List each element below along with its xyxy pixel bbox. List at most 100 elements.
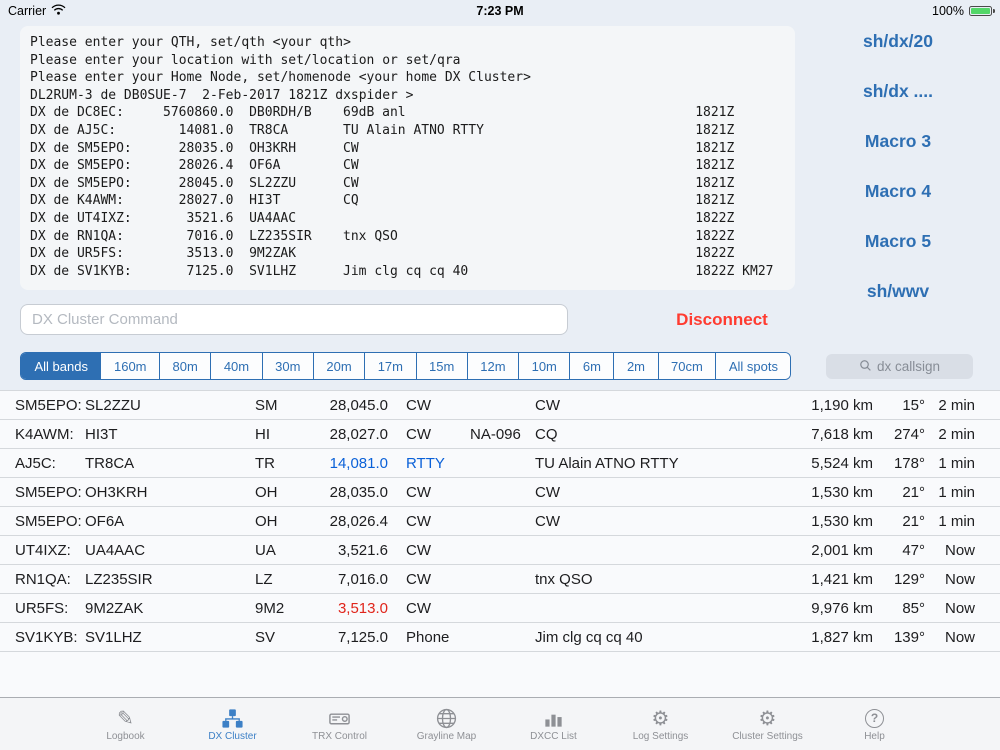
status-left: Carrier [8,0,66,22]
distance: 1,421 km [811,570,873,588]
macro-button[interactable]: Macro 4 [798,166,998,216]
tab-log-settings[interactable]: ⚙ Log Settings [607,698,714,750]
band-40m[interactable]: 40m [210,353,262,379]
dxcc-prefix: 9M2 [255,599,285,617]
distance: 9,976 km [811,599,873,617]
spot-row[interactable]: SM5EPO: OF6A OH 28,026.4 CW CW 1,530 km … [0,507,1000,536]
spotter-call: SM5EPO: [15,483,82,501]
spot-age: Now [944,541,975,559]
spot-age: Now [944,628,975,646]
tab-logbook[interactable]: ✎ Logbook [72,698,179,750]
band-30m[interactable]: 30m [261,353,313,379]
spotter-call: SM5EPO: [15,396,82,414]
terminal-comment: Jim clg cq cq 40 [343,263,469,279]
bearing: 47° [902,541,925,559]
macro-button[interactable]: sh/wwv [798,266,998,316]
tab-help[interactable]: ? Help [821,698,928,750]
band-20m[interactable]: 20m [312,353,365,379]
tab-label: DXCC List [530,731,577,742]
band-15m[interactable]: 15m [415,353,467,379]
macro-button[interactable]: Macro 3 [798,116,998,166]
pencil-icon: ✎ [117,706,134,730]
dx-command-input[interactable] [20,304,568,335]
terminal-time: 1821Z [695,140,735,156]
terminal-spot-line: DX de RN1QA: 7016.0 LZ235SIR tnx QSO 1822Z [30,228,785,246]
dxcc-prefix: OH [255,512,278,530]
spot-age: 1 min [938,454,975,472]
frequency: 3,513.0 [337,599,388,617]
dxcc-prefix: LZ [255,570,273,588]
spot-comment: CQ [535,425,558,443]
terminal-spot-line: DX de SM5EPO: 28045.0 SL2ZZU CW 1821Z [30,175,785,193]
band-all-bands[interactable]: All bands [21,353,101,379]
tab-label: Grayline Map [416,731,477,742]
macro-button[interactable]: Macro 5 [798,216,998,266]
terminal-dx-call: OH3KRH [249,140,297,156]
cluster-icon [221,706,244,730]
carrier-label: Carrier [8,4,47,18]
tab-label: DX Cluster [208,731,257,742]
mode: CW [406,512,431,530]
distance: 1,530 km [811,483,873,501]
terminal-spotter: DX de SV1KYB: [30,263,132,279]
spot-row[interactable]: AJ5C: TR8CA TR 14,081.0 RTTY TU Alain AT… [0,449,1000,478]
tab-trx-control[interactable]: TRX Control [286,698,393,750]
spot-comment: tnx QSO [535,570,593,588]
spot-row[interactable]: UT4IXZ: UA4AAC UA 3,521.6 CW 2,001 km 47… [0,536,1000,565]
spot-age: Now [944,570,975,588]
tab-cluster-settings[interactable]: ⚙ Cluster Settings [714,698,821,750]
spot-row[interactable]: UR5FS: 9M2ZAK 9M2 3,513.0 CW 9,976 km 85… [0,594,1000,623]
terminal-frequency: 3521.6 [186,210,234,226]
search-icon [859,359,872,375]
wifi-icon [51,4,66,18]
distance: 1,190 km [811,396,873,414]
terminal-line: Please enter your Home Node, set/homenod… [30,70,531,86]
spot-row[interactable]: K4AWM: HI3T HI 28,027.0 CW NA-096 CQ 7,6… [0,420,1000,449]
band-2m[interactable]: 2m [613,353,658,379]
terminal-frequency: 28045.0 [178,175,234,191]
terminal-dx-call: SV1LHZ [249,263,297,279]
macro-button[interactable]: sh/dx/20 [798,16,998,66]
band-80m[interactable]: 80m [159,353,211,379]
macro-button[interactable]: sh/dx .... [798,66,998,116]
spot-row[interactable]: SM5EPO: SL2ZZU SM 28,045.0 CW CW 1,190 k… [0,391,1000,420]
spot-search-field[interactable]: dx callsign [826,354,973,379]
tab-label: Log Settings [632,731,689,742]
spot-row[interactable]: RN1QA: LZ235SIR LZ 7,016.0 CW tnx QSO 1,… [0,565,1000,594]
frequency: 28,045.0 [329,396,388,414]
band-all-spots[interactable]: All spots [715,353,791,379]
terminal-frequency: 28026.4 [178,158,234,174]
terminal-spotter: DX de K4AWM: [30,193,124,209]
tab-dxcc-list[interactable]: DXCC List [500,698,607,750]
band-17m[interactable]: 17m [364,353,416,379]
terminal-comment: tnx QSO [343,228,398,244]
mode: CW [406,425,431,443]
terminal-comment: CQ [343,193,359,209]
terminal-spot-line: DX de SM5EPO: 28035.0 OH3KRH CW 1821Z [30,140,785,158]
terminal-spotter: DX de UT4IXZ: [30,210,132,226]
spot-row[interactable]: SV1KYB: SV1LHZ SV 7,125.0 Phone Jim clg … [0,623,1000,652]
band-160m[interactable]: 160m [100,353,160,379]
terminal-dx-call: TR8CA [249,122,289,138]
bearing: 21° [902,512,925,530]
terminal-output[interactable]: Please enter your QTH, set/qth <your qth… [20,26,795,290]
distance: 5,524 km [811,454,873,472]
dx-call: TR8CA [85,454,135,472]
spots-table: SM5EPO: SL2ZZU SM 28,045.0 CW CW 1,190 k… [0,390,1000,697]
terminal-spotter: DX de AJ5C: [30,122,117,138]
terminal-dx-call: HI3T [249,193,281,209]
search-placeholder: dx callsign [876,359,941,374]
tab-bar: ✎ Logbook DX Cluster TRX Control Graylin… [0,697,1000,750]
band-70cm[interactable]: 70cm [657,353,716,379]
terminal-spot-lines: DX de DC8EC: 5760860.0 DB0RDH/B 69dB anl 182… [30,104,785,280]
tab-dx-cluster[interactable]: DX Cluster [179,698,286,750]
tab-grayline-map[interactable]: Grayline Map [393,698,500,750]
spotter-call: UT4IXZ: [15,541,71,559]
band-6m[interactable]: 6m [569,353,614,379]
band-12m[interactable]: 12m [466,353,519,379]
spot-row[interactable]: SM5EPO: OH3KRH OH 28,035.0 CW CW 1,530 k… [0,478,1000,507]
spot-age: 2 min [938,396,975,414]
mode: CW [406,541,431,559]
band-10m[interactable]: 10m [518,353,570,379]
disconnect-button[interactable]: Disconnect [657,304,787,335]
